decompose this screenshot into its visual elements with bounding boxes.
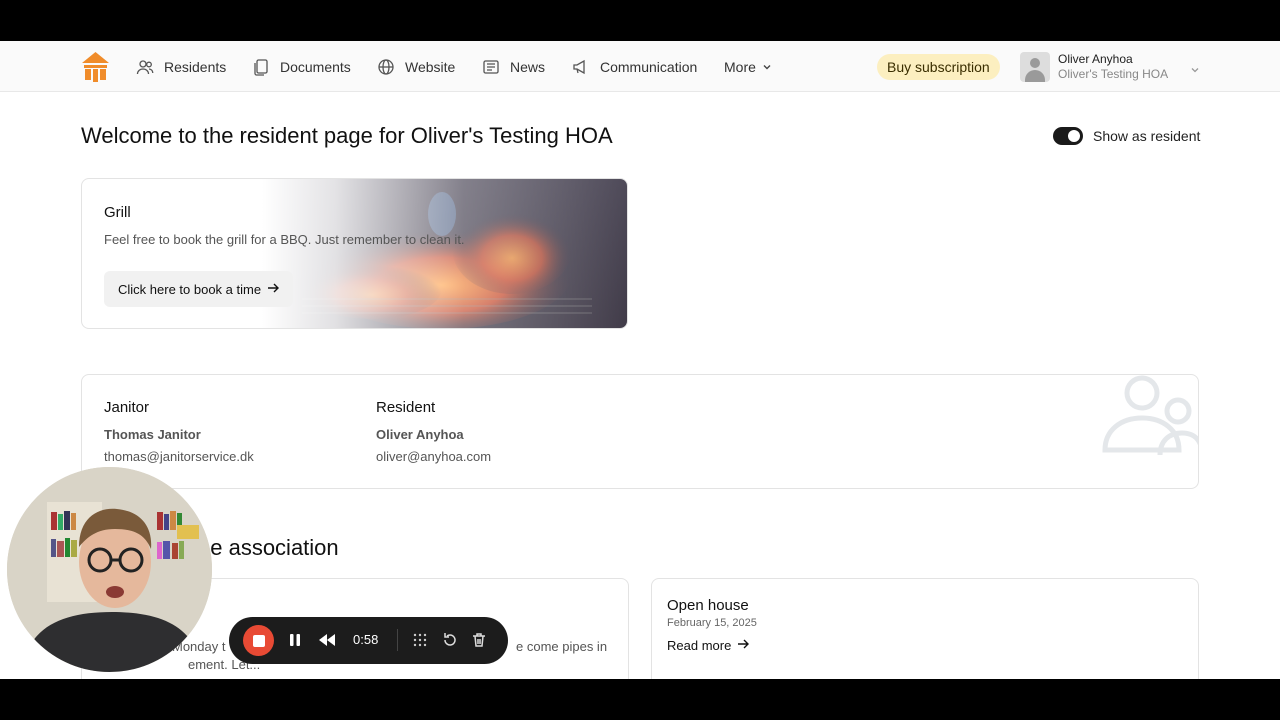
news-snippet-end: e come pipes in (516, 639, 608, 654)
contact-email[interactable]: oliver@anyhoa.com (376, 449, 491, 464)
section-title: he association (198, 535, 339, 560)
nav-label-documents: Documents (280, 59, 351, 75)
show-as-resident-toggle[interactable]: Show as resident (1053, 127, 1200, 145)
avatar (1020, 52, 1050, 82)
nav-label-more: More (724, 59, 756, 75)
contact-name: Thomas Janitor (104, 427, 201, 442)
book-grill-label: Click here to book a time (118, 281, 262, 297)
page-title: Welcome to the resident page for Oliver'… (81, 123, 613, 148)
news-title: Open house (667, 597, 749, 614)
contact-resident: Resident Oliver Anyhoa oliver@anyhoa.com (376, 399, 491, 464)
screen-recorder-toolbar: 0:58 (229, 617, 508, 664)
nav-item-website[interactable]: Website (377, 57, 455, 77)
users-icon (136, 58, 154, 76)
grid-dots-icon[interactable] (410, 630, 430, 650)
restart-icon[interactable] (440, 630, 460, 650)
account-chevron-icon (1190, 62, 1200, 73)
nav-label-communication: Communication (600, 59, 698, 75)
rewind-icon[interactable] (317, 630, 337, 650)
read-more-label: Read more (667, 638, 732, 653)
house-logo-icon[interactable] (82, 52, 109, 82)
nav-label-residents: Residents (164, 59, 227, 75)
pause-icon[interactable] (285, 630, 305, 650)
nav-item-residents[interactable]: Residents (136, 57, 226, 77)
nav-label-website: Website (405, 59, 456, 75)
toggle-switch[interactable] (1053, 127, 1083, 145)
grill-title: Grill (104, 204, 131, 221)
grill-card: Grill Feel free to book the grill for a … (81, 178, 628, 329)
globe-icon (377, 58, 395, 76)
book-grill-button[interactable]: Click here to book a time (104, 271, 294, 307)
letterbox-top (0, 0, 1280, 41)
read-more-link[interactable]: Read more (667, 638, 750, 653)
account-org: Oliver's Testing HOA (1058, 67, 1169, 81)
nav-item-news[interactable]: News (482, 57, 545, 77)
contacts-card: Janitor Thomas Janitor thomas@janitorser… (81, 374, 1199, 489)
nav-item-communication[interactable]: Communication (572, 57, 697, 77)
megaphone-icon (572, 58, 590, 76)
arrow-right-icon (267, 282, 280, 297)
top-navigation: Residents Documents Website News Communi… (0, 41, 1280, 92)
contact-name: Oliver Anyhoa (376, 427, 464, 442)
contact-email[interactable]: thomas@janitorservice.dk (104, 449, 254, 464)
trash-icon[interactable] (469, 630, 489, 650)
account-menu[interactable]: Oliver Anyhoa Oliver's Testing HOA (1020, 51, 1200, 83)
buy-subscription-button[interactable]: Buy subscription (877, 54, 1000, 80)
contact-janitor: Janitor Thomas Janitor thomas@janitorser… (104, 399, 254, 464)
toggle-label: Show as resident (1093, 128, 1201, 144)
group-users-icon (1102, 375, 1198, 456)
news-card-open-house[interactable]: Open house February 15, 2025 Read more (651, 578, 1199, 679)
grill-description: Feel free to book the grill for a BBQ. J… (104, 232, 465, 247)
nav-item-more[interactable]: More (724, 57, 772, 77)
webcam-overlay (7, 467, 212, 672)
documents-icon (252, 58, 270, 76)
nav-item-documents[interactable]: Documents (252, 57, 351, 77)
contact-role: Resident (376, 399, 436, 416)
nav-label-news: News (510, 59, 546, 75)
stop-icon (252, 634, 265, 647)
news-date: February 15, 2025 (667, 617, 757, 629)
recording-timer: 0:58 (353, 632, 379, 647)
newspaper-icon (482, 58, 500, 76)
stop-recording-button[interactable] (243, 625, 274, 656)
arrow-right-icon (737, 638, 750, 653)
account-name: Oliver Anyhoa (1058, 52, 1133, 66)
letterbox-bottom (0, 679, 1280, 720)
contact-role: Janitor (104, 399, 150, 416)
chevron-down-icon (762, 59, 772, 75)
